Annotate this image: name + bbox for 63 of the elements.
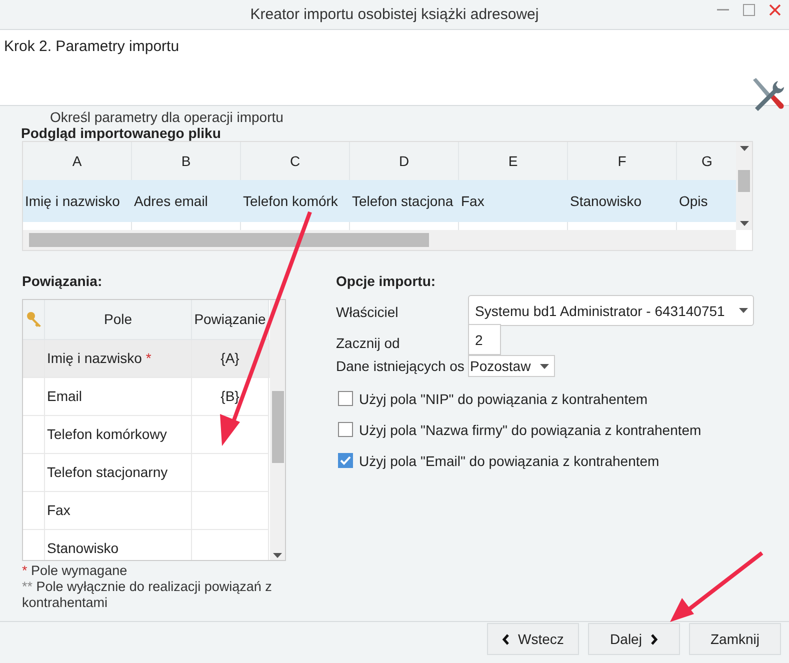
footnote: * Pole wymagane [22, 563, 128, 579]
table-cell: Fax [459, 180, 568, 222]
table-cell: Telefon komórk [241, 180, 350, 222]
maximize-icon[interactable] [743, 4, 755, 16]
table-row[interactable]: Telefon stacjonarny [23, 454, 270, 492]
scrollbar-thumb[interactable] [272, 390, 284, 462]
column-header: F [568, 142, 677, 180]
column-header: Pole [45, 300, 192, 340]
preview-heading: Podgląd importowanego pliku [21, 125, 222, 141]
vertical-scrollbar[interactable] [270, 300, 285, 560]
table-cell: Stanowisko [568, 180, 677, 222]
table-row[interactable]: Email {B} [23, 378, 270, 416]
owner-label: Właściciel [336, 303, 400, 321]
checkbox-label: Użyj pola "Nazwa firmy" do powiązania z kontrahentem [359, 422, 702, 438]
footnote: ** Pole wyłącznie do realizacji powiązań z kontrahentami [22, 579, 273, 611]
wizard-button[interactable]: Dalej [588, 623, 680, 655]
table-cell: Adres email [132, 180, 241, 222]
caret-icon [540, 364, 549, 368]
table-cell: Opis [677, 180, 736, 222]
key-icon [26, 311, 42, 328]
checkbox[interactable] [338, 422, 353, 437]
close-icon[interactable] [769, 4, 781, 16]
minimize-icon[interactable] [717, 9, 729, 11]
table-row[interactable]: Fax [23, 492, 270, 530]
column-header: C [241, 142, 350, 180]
table-cell: Imię i nazwisko [23, 180, 132, 222]
caret-icon [740, 221, 748, 226]
table-cell: Stanowisko [45, 530, 192, 560]
existing-data-label: Dane istniejących os [336, 357, 466, 375]
horizontal-scrollbar[interactable] [23, 230, 736, 250]
scrollbar-thumb[interactable] [738, 170, 750, 192]
caret-icon [273, 553, 282, 558]
column-header: B [132, 142, 241, 180]
column-header: D [350, 142, 459, 180]
column-header: E [459, 142, 568, 180]
checkbox-label: Użyj pola "NIP" do powiązania z kontrahentem [359, 390, 648, 406]
owner-dropdown[interactable]: Systemu bd1 Administrator - 643140751 [468, 295, 754, 326]
table-row[interactable]: Telefon komórkowy [23, 416, 270, 454]
step-title: Krok 2. Parametry importu [4, 38, 180, 57]
mappings-heading: Powiązania: [22, 273, 104, 289]
column-header: A [23, 142, 132, 180]
checkbox[interactable] [338, 391, 353, 406]
table-row[interactable]: Imię i nazwisko * {A} [23, 340, 270, 378]
wizard-button[interactable]: Zamknij [689, 623, 781, 655]
checkbox-label: Użyj pola "Email" do powiązania z kontrahentem [359, 452, 660, 468]
table-cell: Telefon stacjona [350, 180, 459, 222]
existing-data-dropdown[interactable]: Pozostaw [468, 355, 555, 377]
chevron-right-icon [650, 634, 658, 644]
window-title: Kreator importu osobistej książki adresowej [250, 6, 539, 23]
start-label: Zacznij od [336, 334, 401, 352]
table-row[interactable]: Stanowisko [23, 530, 270, 560]
start-input[interactable]: 2 [468, 324, 501, 355]
column-header: G [677, 142, 736, 180]
options-heading: Opcje importu: [336, 273, 437, 289]
checkbox[interactable] [338, 453, 353, 468]
wizard-button[interactable]: Wstecz [487, 623, 579, 655]
caret-icon [739, 308, 748, 313]
column-header: Powiązanie [192, 300, 269, 340]
caret-icon [740, 146, 748, 151]
scrollbar-thumb[interactable] [29, 233, 429, 247]
chevron-left-icon [502, 634, 510, 644]
step-subtitle: Określ parametry dla operacji importu [50, 109, 284, 125]
vertical-scrollbar[interactable] [736, 142, 752, 230]
